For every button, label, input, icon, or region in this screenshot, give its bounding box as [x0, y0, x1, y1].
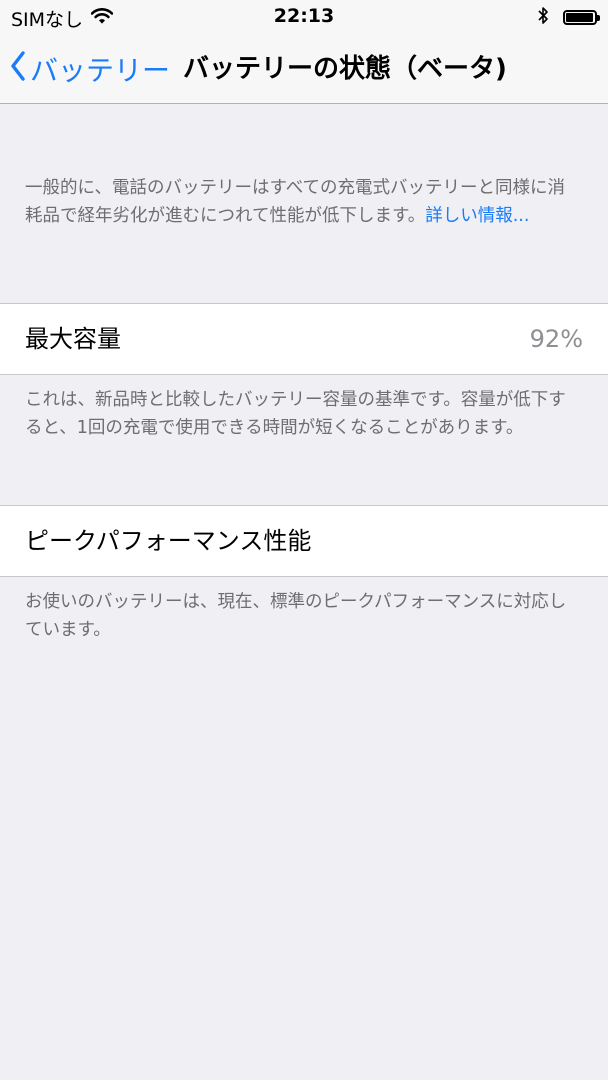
battery-fill: [566, 13, 593, 22]
status-bar: SIMなし 22:13: [0, 0, 608, 36]
max-capacity-label: 最大容量: [25, 325, 121, 353]
peak-performance-label: ピークパフォーマンス性能: [25, 527, 312, 555]
bluetooth-icon: [538, 6, 549, 29]
back-button[interactable]: バッテリー: [10, 36, 170, 102]
peak-performance-footer: お使いのバッテリーは、現在、標準のピークパフォーマンスに対応しています。: [25, 592, 567, 640]
learn-more-link[interactable]: 詳しい情報...: [425, 206, 529, 226]
intro-description: 一般的に、電話のバッテリーはすべての充電式バッテリーと同様に消耗品で経年劣化が進…: [25, 174, 581, 230]
peak-performance-row: ピークパフォーマンス性能: [0, 505, 608, 577]
chevron-left-icon: [10, 50, 26, 88]
max-capacity-footer: これは、新品時と比較したバッテリー容量の基準です。容量が低下すると、1回の充電で…: [25, 390, 566, 438]
navigation-bar: バッテリー バッテリーの状態（ベータ): [0, 36, 608, 104]
status-right: [538, 6, 600, 29]
max-capacity-row: 最大容量 92%: [0, 303, 608, 375]
back-label: バッテリー: [30, 54, 171, 87]
page-title: バッテリーの状態（ベータ): [183, 54, 507, 84]
battery-icon: [563, 10, 600, 25]
max-capacity-value: 92%: [529, 325, 583, 353]
status-time: 22:13: [273, 5, 335, 27]
